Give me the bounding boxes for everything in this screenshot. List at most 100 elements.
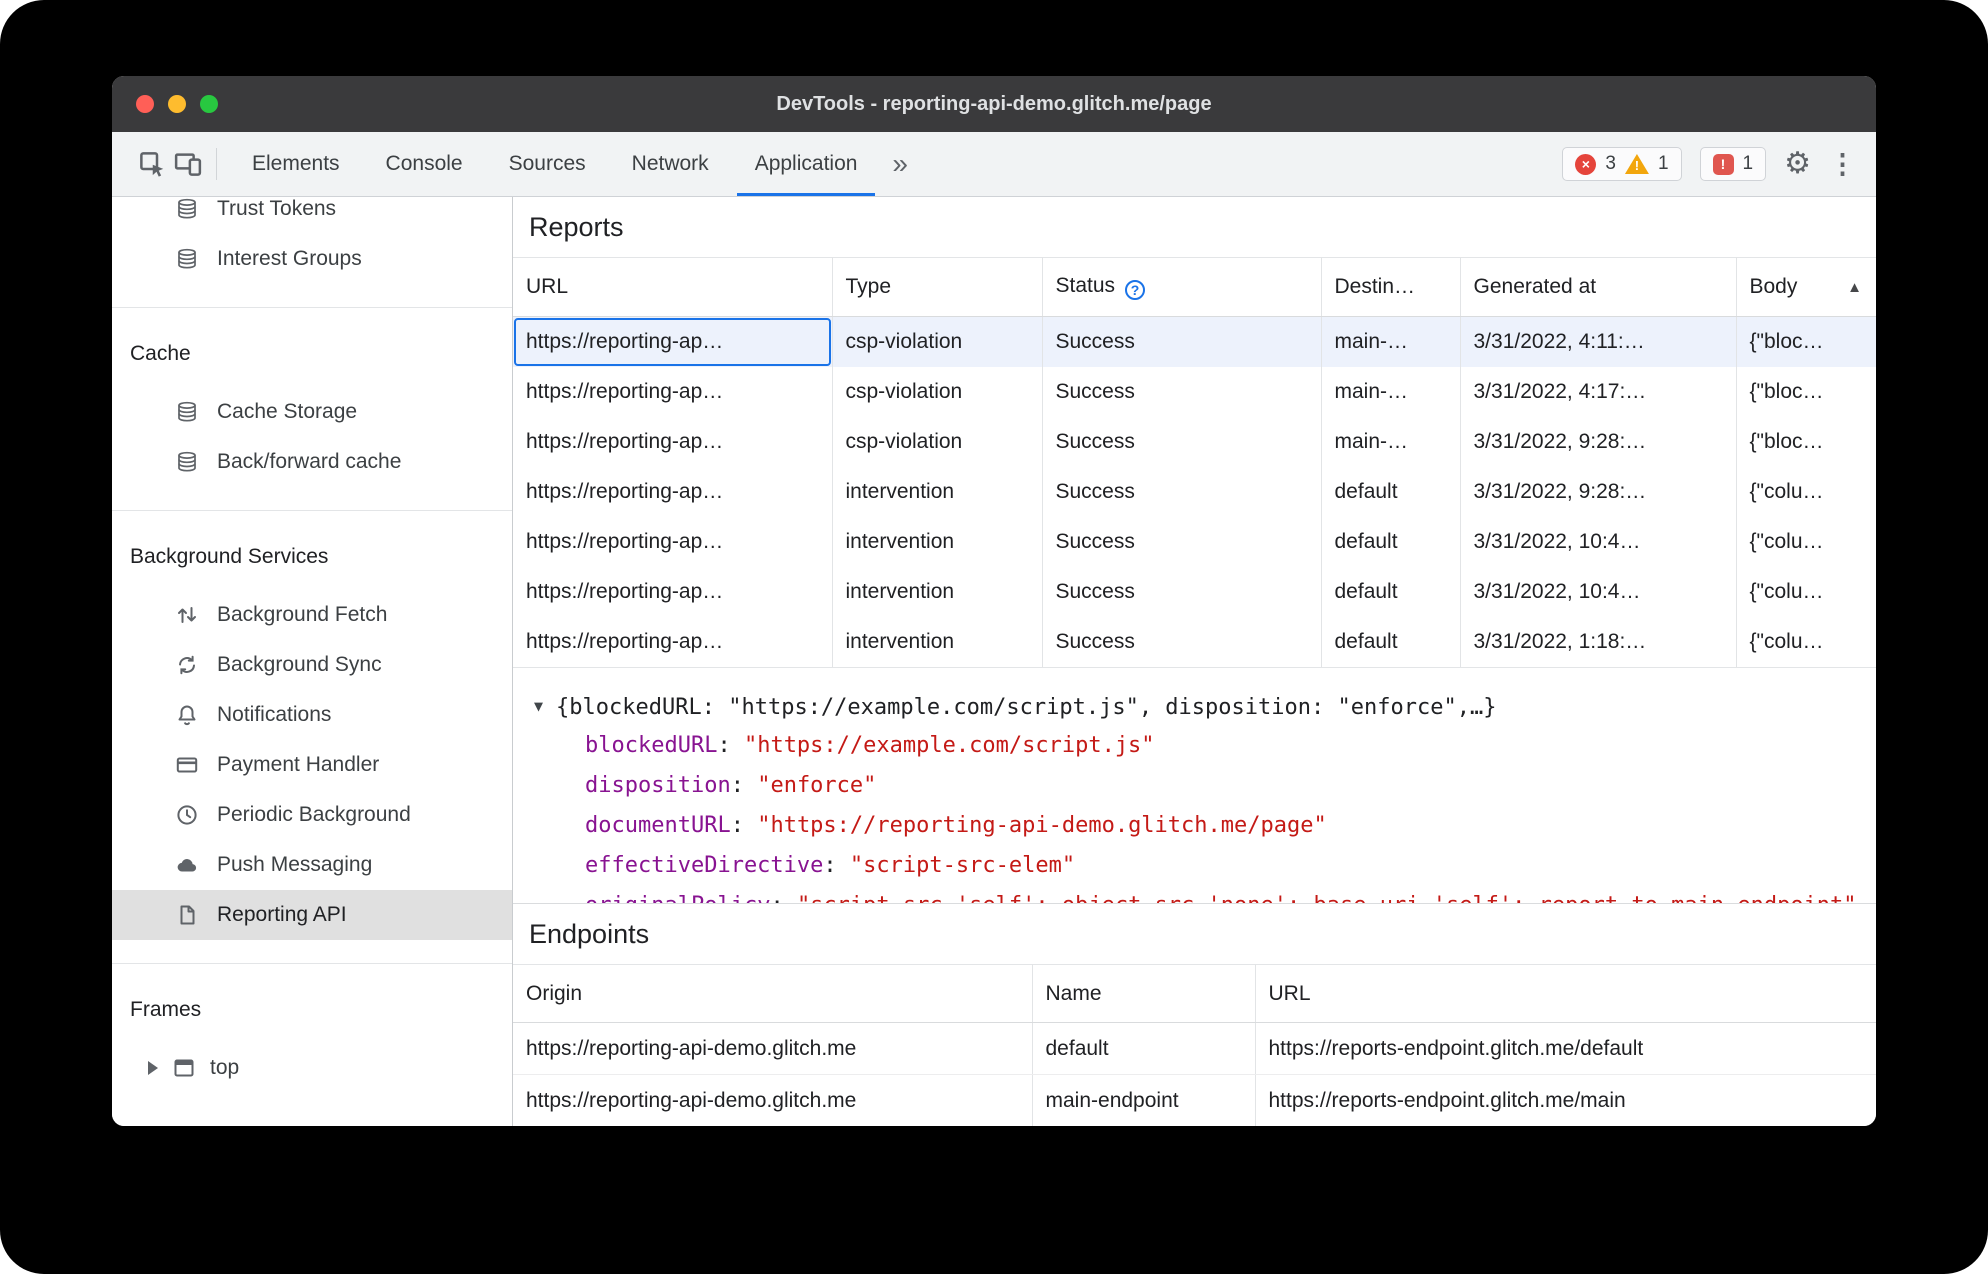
report-row[interactable]: https://reporting-ap… intervention Succe… [513, 467, 1876, 517]
sidebar-item-push-messaging[interactable]: Push Messaging [112, 840, 512, 890]
disclosure-triangle-icon[interactable] [148, 1061, 158, 1075]
report-cell-body[interactable]: {"bloc… [1736, 417, 1876, 467]
device-toolbar-icon[interactable] [170, 146, 206, 182]
sidebar-item-top-frame[interactable]: top [112, 1043, 512, 1093]
zoom-button[interactable] [200, 95, 218, 113]
sidebar-section-background-services: Background Services [130, 545, 329, 568]
report-cell-type[interactable]: intervention [832, 517, 1043, 567]
issues-badge[interactable]: ! 1 [1699, 147, 1767, 181]
report-cell-status[interactable]: Success [1042, 467, 1322, 517]
tab-network[interactable]: Network [609, 132, 732, 196]
report-cell-destination[interactable]: default [1321, 467, 1461, 517]
report-cell-status[interactable]: Success [1042, 567, 1322, 617]
report-cell-destination[interactable]: main-… [1321, 316, 1461, 367]
column-header-generated-at[interactable]: Generated at [1460, 257, 1737, 317]
column-header-origin[interactable]: Origin [513, 964, 1033, 1023]
more-tabs-icon[interactable]: » [880, 132, 920, 196]
column-header-destination[interactable]: Destin… [1321, 257, 1461, 317]
report-cell-type[interactable]: csp-violation [832, 417, 1043, 467]
report-cell-generated[interactable]: 3/31/2022, 1:18:… [1460, 617, 1737, 667]
report-cell-destination[interactable]: default [1321, 517, 1461, 567]
report-cell-body[interactable]: {"colu… [1736, 467, 1876, 517]
report-cell-generated[interactable]: 3/31/2022, 4:11:… [1460, 316, 1737, 367]
report-cell-body[interactable]: {"colu… [1736, 567, 1876, 617]
endpoint-row[interactable]: https://reporting-api-demo.glitch.me mai… [513, 1074, 1876, 1126]
sidebar-item-cache-storage[interactable]: Cache Storage [112, 387, 512, 437]
report-row[interactable]: https://reporting-ap… csp-violation Succ… [513, 417, 1876, 467]
report-cell-status[interactable]: Success [1042, 517, 1322, 567]
report-row[interactable]: https://reporting-ap… csp-violation Succ… [513, 316, 1876, 367]
sidebar-item-notifications[interactable]: Notifications [112, 690, 512, 740]
sidebar-item-label: Background Sync [217, 653, 382, 676]
report-cell-url[interactable]: https://reporting-ap… [513, 316, 833, 367]
report-cell-generated[interactable]: 3/31/2022, 10:4… [1460, 517, 1737, 567]
preview-summary-line[interactable]: ▼ {blockedURL: "https://example.com/scrip… [534, 686, 1876, 726]
tab-elements[interactable]: Elements [229, 132, 363, 196]
column-header-type[interactable]: Type [832, 257, 1043, 317]
report-cell-type[interactable]: intervention [832, 467, 1043, 517]
endpoint-row[interactable]: https://reporting-api-demo.glitch.me def… [513, 1022, 1876, 1075]
report-cell-destination[interactable]: default [1321, 617, 1461, 667]
property-colon: : [823, 853, 850, 878]
sidebar-item-interest-groups[interactable]: Interest Groups [112, 234, 512, 284]
tab-console[interactable]: Console [363, 132, 486, 196]
report-cell-body[interactable]: {"colu… [1736, 517, 1876, 567]
console-errors-warnings-badge[interactable]: × 3 ! 1 [1562, 147, 1682, 181]
report-cell-generated[interactable]: 3/31/2022, 4:17:… [1460, 367, 1737, 417]
report-body-preview: ▼ {blockedURL: "https://example.com/scrip… [513, 668, 1876, 903]
report-row[interactable]: https://reporting-ap… intervention Succe… [513, 617, 1876, 667]
report-cell-url[interactable]: https://reporting-ap… [513, 567, 833, 617]
sidebar-item-back-forward-cache[interactable]: Back/forward cache [112, 437, 512, 487]
sidebar-item-trust-tokens[interactable]: Trust Tokens [112, 197, 512, 234]
tab-application[interactable]: Application [732, 132, 881, 196]
report-cell-destination[interactable]: default [1321, 567, 1461, 617]
report-cell-destination[interactable]: main-… [1321, 417, 1461, 467]
report-cell-body[interactable]: {"colu… [1736, 617, 1876, 667]
sidebar-item-periodic-background-sync[interactable]: Periodic Background [112, 790, 512, 840]
minimize-button[interactable] [168, 95, 186, 113]
report-cell-url[interactable]: https://reporting-ap… [513, 467, 833, 517]
report-cell-body[interactable]: {"bloc… [1736, 316, 1876, 367]
report-cell-generated[interactable]: 3/31/2022, 9:28:… [1460, 417, 1737, 467]
report-cell-type[interactable]: csp-violation [832, 367, 1043, 417]
sidebar-item-label: Trust Tokens [217, 197, 337, 220]
report-cell-url[interactable]: https://reporting-ap… [513, 517, 833, 567]
report-cell-status[interactable]: Success [1042, 617, 1322, 667]
report-row[interactable]: https://reporting-ap… intervention Succe… [513, 567, 1876, 617]
column-header-status[interactable]: Status? [1042, 257, 1322, 317]
report-cell-status[interactable]: Success [1042, 417, 1322, 467]
sidebar-item-payment-handler[interactable]: Payment Handler [112, 740, 512, 790]
settings-gear-icon[interactable]: ⚙ [1784, 149, 1811, 179]
report-cell-type[interactable]: intervention [832, 567, 1043, 617]
sidebar-item-background-fetch[interactable]: Background Fetch [112, 590, 512, 640]
status-help-icon[interactable]: ? [1125, 280, 1146, 300]
collapse-triangle-icon[interactable]: ▼ [534, 686, 543, 726]
report-cell-url[interactable]: https://reporting-ap… [513, 617, 833, 667]
tab-sources[interactable]: Sources [486, 132, 609, 196]
sidebar-item-reporting-api[interactable]: Reporting API [112, 890, 512, 940]
sidebar-item-background-sync[interactable]: Background Sync [112, 640, 512, 690]
inspect-element-icon[interactable] [134, 146, 170, 182]
close-button[interactable] [136, 95, 154, 113]
report-cell-generated[interactable]: 3/31/2022, 9:28:… [1460, 467, 1737, 517]
column-header-endpoint-url[interactable]: URL [1255, 964, 1876, 1023]
more-options-icon[interactable]: ⋮ [1829, 150, 1856, 178]
report-cell-url[interactable]: https://reporting-ap… [513, 417, 833, 467]
column-header-name[interactable]: Name [1032, 964, 1256, 1023]
column-header-url[interactable]: URL [513, 257, 833, 317]
column-header-body[interactable]: Body ▲ [1736, 257, 1876, 317]
report-cell-status[interactable]: Success [1042, 316, 1322, 367]
report-cell-body[interactable]: {"bloc… [1736, 367, 1876, 417]
report-cell-type[interactable]: csp-violation [832, 316, 1043, 367]
report-cell-type[interactable]: intervention [832, 617, 1043, 667]
preview-property: documentURL: "https://reporting-api-demo… [534, 806, 1876, 846]
report-cell-destination[interactable]: main-… [1321, 367, 1461, 417]
report-cell-url[interactable]: https://reporting-ap… [513, 367, 833, 417]
report-row[interactable]: https://reporting-ap… intervention Succe… [513, 517, 1876, 567]
report-cell-status[interactable]: Success [1042, 367, 1322, 417]
property-colon: : [717, 733, 744, 758]
report-cell-generated[interactable]: 3/31/2022, 10:4… [1460, 567, 1737, 617]
report-row[interactable]: https://reporting-ap… csp-violation Succ… [513, 367, 1876, 417]
window-controls [136, 76, 218, 132]
reports-table-container: URL Type Status? Destin… Generated at Bo… [513, 257, 1876, 668]
